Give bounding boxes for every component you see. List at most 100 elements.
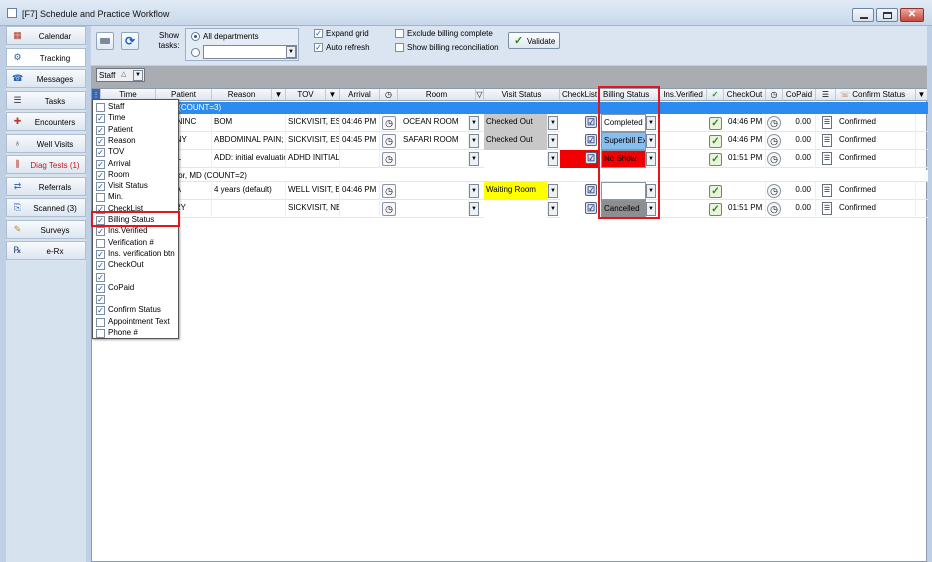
column-option-checkbox[interactable] [96,193,105,203]
header-tov[interactable]: TOV [286,89,326,101]
header-checklist[interactable]: CheckList [560,89,600,101]
sidebar-item-tracking[interactable]: ⚙ Tracking [6,48,86,67]
copaid-document-icon[interactable]: ☰ [822,152,832,165]
department-radio[interactable] [191,48,200,57]
column-option[interactable]: ✓ Ins.Verified [94,226,178,237]
arrival-clock-button[interactable]: ◷ [382,202,396,216]
checkout-clock-button[interactable]: ◷ [767,202,781,216]
column-option[interactable]: ✓ [94,272,178,283]
header-ins-verified[interactable]: Ins.Verified [660,89,707,101]
column-option-checkbox[interactable]: ✓ [96,159,105,169]
column-option-checkbox[interactable]: ✓ [96,182,105,192]
header-confirm-filter[interactable]: ▼ [916,89,928,101]
arrival-clock-button[interactable]: ◷ [382,116,396,130]
column-option-checkbox[interactable] [96,103,105,112]
column-option-checkbox[interactable] [96,238,105,248]
column-option[interactable]: ✓ TOV [94,147,178,158]
column-option[interactable]: Staff [94,102,178,113]
room-dropdown[interactable]: ▼ [469,134,479,148]
header-checkout-clock[interactable]: ◷ [766,89,783,101]
column-option[interactable]: ✓ Confirm Status [94,305,178,316]
maximize-button[interactable] [876,8,898,22]
header-reason[interactable]: Reason [212,89,272,101]
room-dropdown[interactable]: ▼ [469,202,479,216]
department-select[interactable]: ▼ [203,45,297,59]
column-option-checkbox[interactable]: ✓ [96,249,105,259]
copaid-document-icon[interactable]: ☰ [822,134,832,147]
header-reason-filter[interactable]: ▼ [272,89,286,101]
column-option[interactable]: ✓ Arrival [94,159,178,170]
column-option[interactable]: ✓ Visit Status [94,181,178,192]
table-row[interactable]: ANITA4 years (default)WELL VISIT, EST04:… [92,182,928,200]
header-copaid[interactable]: CoPaid [783,89,816,101]
column-option-checkbox[interactable]: ✓ [96,136,105,146]
refresh-button[interactable]: ⟳ [121,32,139,50]
copaid-document-icon[interactable]: ☰ [822,202,832,215]
column-option[interactable]: ✓ Room [94,170,178,181]
sidebar-item-surveys[interactable]: ✎ Surveys [6,220,86,239]
ins-verified-button[interactable]: ✓ [709,185,722,198]
sidebar-item-well-visits[interactable]: ♁ Well Visits [6,134,86,153]
sidebar-item-encounters[interactable]: ✚ Encounters [6,112,86,131]
column-option-checkbox[interactable]: ✓ [96,114,105,124]
ins-verified-button[interactable]: ✓ [709,135,722,148]
table-row[interactable]: HENRYSICKVISIT, NEW◷▼▼☑Cancelled▼✓01:51 … [92,200,928,218]
visit-status-dropdown[interactable]: ▼ [548,202,558,216]
room-dropdown[interactable]: ▼ [469,184,479,198]
close-button[interactable]: ✕ [900,8,924,22]
checkout-clock-button[interactable]: ◷ [767,134,781,148]
header-tov-filter[interactable]: ▼ [326,89,340,101]
checklist-icon[interactable]: ☑ [585,202,597,214]
header-room[interactable]: Room [398,89,476,101]
column-option-checkbox[interactable] [96,329,105,338]
visit-status-dropdown[interactable]: ▼ [548,116,558,130]
table-row[interactable]: ARIELADD: initial evaluationADHD INITIAL… [92,150,928,168]
column-option[interactable]: ✓ CheckOut [94,260,178,271]
sidebar-item-referrals[interactable]: ⇄ Referrals [6,177,86,196]
room-dropdown[interactable]: ▼ [469,152,479,166]
header-copaid-icon[interactable]: ☰ [816,89,836,101]
room-dropdown[interactable]: ▼ [469,116,479,130]
column-option[interactable]: ✓ Patient [94,125,178,136]
ins-verified-button[interactable]: ✓ [709,117,722,130]
checklist-icon[interactable]: ☑ [585,184,597,196]
column-option-checkbox[interactable]: ✓ [96,227,105,237]
header-confirm-status[interactable]: ☏ Confirm Status [836,89,916,101]
group-row[interactable]: s (COUNT=3) [92,102,928,114]
column-option-checkbox[interactable]: ✓ [96,170,105,180]
all-departments-radio[interactable] [191,32,200,41]
sidebar-item-scanned[interactable]: ⎘ Scanned (3) [6,198,86,217]
exclude-billing-checkbox[interactable] [395,29,404,38]
sidebar-item-messages[interactable]: ☎ Messages [6,69,86,88]
header-arrival-clock[interactable]: ◷ [380,89,398,101]
ins-verified-button[interactable]: ✓ [709,153,722,166]
column-option-checkbox[interactable] [96,317,105,327]
column-option[interactable]: ✓ [94,294,178,305]
show-billing-recon-checkbox[interactable] [395,43,404,52]
visit-status-dropdown[interactable]: ▼ [548,184,558,198]
arrival-clock-button[interactable]: ◷ [382,152,396,166]
validate-button[interactable]: ✓ Validate [508,32,560,49]
sidebar-item-tasks[interactable]: ☰ Tasks [6,91,86,110]
checkout-clock-button[interactable]: ◷ [767,152,781,166]
column-option[interactable]: Min. [94,192,178,203]
column-option-checkbox[interactable]: ✓ [96,148,105,158]
auto-refresh-checkbox[interactable]: ✓ [314,43,323,52]
expand-grid-checkbox[interactable]: ✓ [314,29,323,38]
header-checkout[interactable]: CheckOut [724,89,766,101]
checklist-icon[interactable]: ☑ [585,116,597,128]
column-option-checkbox[interactable]: ✓ [96,306,105,316]
column-option-checkbox[interactable]: ✓ [96,272,105,282]
column-option-checkbox[interactable]: ✓ [96,295,105,305]
column-option[interactable]: ✓ Ins. verification btn [94,249,178,260]
copaid-document-icon[interactable]: ☰ [822,184,832,197]
column-option[interactable]: Appointment Text [94,317,178,328]
column-option-checkbox[interactable]: ✓ [96,261,105,271]
column-option-checkbox[interactable]: ✓ [96,125,105,135]
column-option[interactable]: Verification # [94,238,178,249]
sidebar-item-calendar[interactable]: ▦ Calendar [6,26,86,45]
minimize-button[interactable] [852,8,874,22]
column-option[interactable]: ✓ Reason [94,136,178,147]
arrival-clock-button[interactable]: ◷ [382,184,396,198]
group-row[interactable]: tor, MD (COUNT=2) [92,170,928,182]
